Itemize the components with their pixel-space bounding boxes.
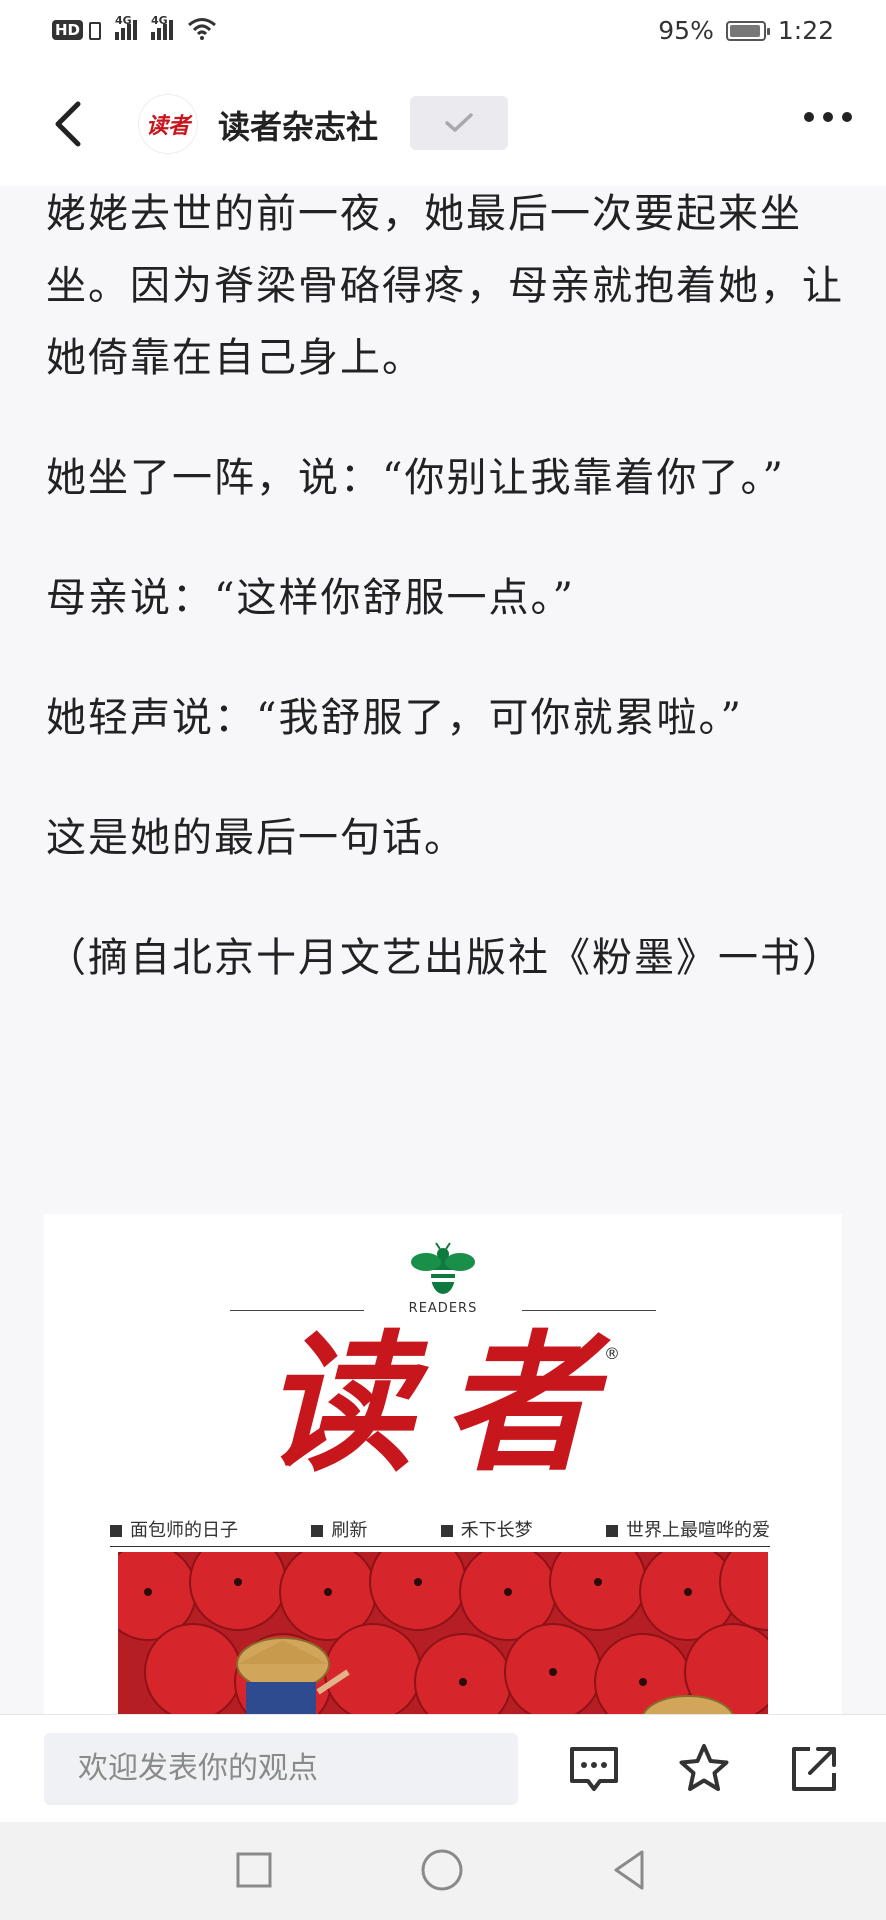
status-right: 95% 1:22 (658, 16, 834, 45)
registered-mark: ® (604, 1344, 620, 1363)
article-paragraph: 母亲说：“这样你舒服一点。” (46, 575, 575, 621)
cover-headline: 面包师的日子 (110, 1516, 238, 1542)
cover-brand-title: 读者 (262, 1316, 623, 1492)
check-icon (445, 113, 473, 132)
hd-badge: HD (52, 20, 84, 40)
battery-percent: 95% (658, 16, 714, 45)
article-source: （摘自北京十月文艺出版社《粉墨》一书） (46, 935, 844, 981)
battery-icon (725, 20, 770, 41)
cover-headline: 刷新 (311, 1516, 367, 1542)
article-paragraph: 这是她的最后一句话。 (46, 815, 466, 861)
comment-input[interactable]: 欢迎发表你的观点 (44, 1733, 518, 1805)
share-icon[interactable] (786, 1741, 842, 1797)
back-arrow-icon[interactable] (50, 100, 90, 148)
cover-headline: 禾下长梦 (441, 1516, 533, 1542)
wifi-icon (188, 18, 216, 40)
recent-apps-icon[interactable] (230, 1846, 278, 1894)
star-icon[interactable] (676, 1741, 732, 1797)
umbrellas-photo (118, 1552, 768, 1714)
magazine-cover-image[interactable]: READERS 读者 ® 面包师的日子 刷新 禾下长梦 世界上最喧哗的爱 (44, 1214, 842, 1714)
more-options-icon[interactable] (804, 112, 852, 122)
status-bar: HD 4G 4G 95% 1:22 (0, 0, 886, 62)
signal-icon-2: 4G (151, 14, 174, 40)
cover-headline: 世界上最喧哗的爱 (606, 1516, 770, 1542)
status-left: HD 4G 4G (52, 14, 217, 40)
comment-icon[interactable] (566, 1741, 622, 1797)
battery-fill (729, 24, 761, 37)
cover-headlines: 面包师的日子 刷新 禾下长梦 世界上最喧哗的爱 (110, 1516, 770, 1547)
top-nav: 读者 读者杂志社 (0, 62, 886, 186)
follow-button[interactable] (410, 96, 508, 150)
clock: 1:22 (777, 16, 834, 45)
article-paragraph: 她轻声说：“我舒服了，可你就累啦。” (46, 695, 743, 741)
article-body: 姥姥去世的前一夜，她最后一次要起来坐坐。因为脊梁骨硌得疼，母亲就抱着她，让她倚靠… (46, 186, 846, 1042)
network-type-label: 4G (115, 14, 132, 27)
account-name[interactable]: 读者杂志社 (218, 102, 378, 148)
system-navigation-bar (0, 1822, 886, 1920)
back-icon[interactable] (606, 1846, 654, 1894)
home-icon[interactable] (418, 1846, 466, 1894)
network-type-label-2: 4G (151, 14, 168, 27)
account-avatar[interactable]: 读者 (138, 94, 198, 154)
bottom-action-bar: 欢迎发表你的观点 (0, 1714, 886, 1823)
article-paragraph: 她坐了一阵，说：“你别让我靠着你了。” (46, 455, 785, 501)
signal-icon: 4G (115, 14, 138, 40)
article-paragraph: 姥姥去世的前一夜，她最后一次要起来坐坐。因为脊梁骨硌得疼，母亲就抱着她，让她倚靠… (46, 191, 844, 381)
bee-logo-icon (411, 1242, 475, 1294)
sim-icon (89, 22, 102, 40)
